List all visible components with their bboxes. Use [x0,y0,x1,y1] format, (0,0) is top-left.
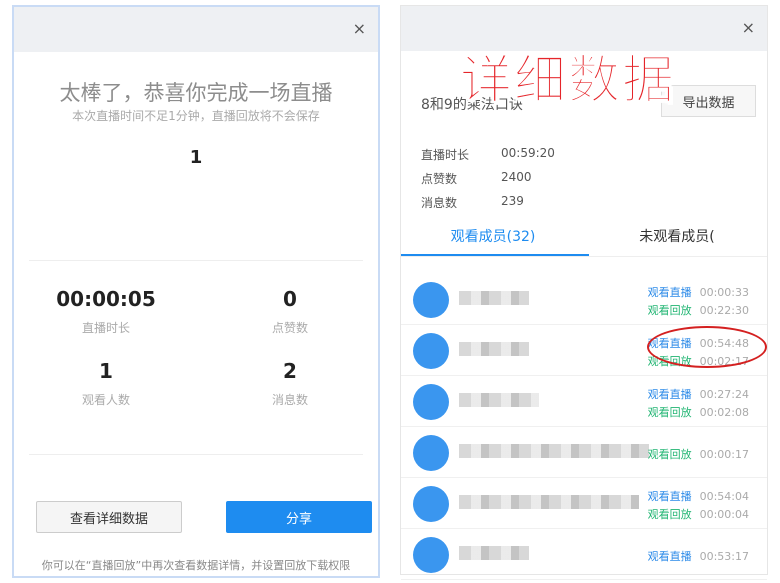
stat-messages: 2 消息数 [198,359,382,408]
info-label: 直播时长 [421,148,470,162]
member-row[interactable]: 观看直播 00:54:04 观看回放 00:00:04 [401,478,767,529]
blurred-member-name [459,444,649,458]
summary-title: 太棒了，恭喜你完成一场直播 [59,81,333,105]
close-icon[interactable]: × [742,18,755,37]
tab-watched-members[interactable]: 观看成员(32) [401,226,585,246]
watch-record: 观看直播 00:27:24 [648,386,749,402]
divider [401,256,767,257]
watch-time: 00:02:08 [699,406,749,419]
stat-label: 点赞数 [271,321,308,335]
watch-record: 观看回放 00:00:04 [648,506,749,522]
stat-label: 消息数 [271,393,308,407]
member-row[interactable]: 观看直播 00:27:24 观看回放 00:02:08 [401,376,767,427]
watch-type: 观看回放 [647,448,692,461]
dialog-header: × [14,7,378,52]
summary-subtitle: 本次直播时间不足1分钟，直播回放将不会保存 [72,109,320,123]
watch-type: 观看直播 [647,388,692,401]
stat-label: 直播时长 [81,321,130,335]
watch-type: 观看回放 [647,508,692,521]
blurred-member-name [459,393,539,407]
divider [29,260,363,261]
watch-type: 观看直播 [647,286,692,299]
stat-value: 00:00:05 [56,287,156,311]
watch-time: 00:27:24 [699,388,749,401]
view-details-button[interactable]: 查看详细数据 [36,501,182,533]
info-value: 00:59:20 [501,146,555,160]
avatar [413,282,449,318]
stat-label: 观看人数 [81,393,130,407]
stat-value: 2 [283,359,297,383]
stat-likes: 0 点赞数 [198,287,382,336]
info-likes: 点赞数 2400 [421,170,532,187]
blurred-member-name [459,342,529,356]
footer-note: 你可以在“直播回放”中再次查看数据详情，并设置回放下载权限 [41,559,351,572]
avatar [413,333,449,369]
annotation-heading: 详细数据 [459,51,677,112]
member-row[interactable]: 观看回放 00:00:17 [401,427,767,478]
watch-time: 00:00:33 [699,286,749,299]
info-value: 2400 [501,170,532,184]
watch-record: 观看回放 00:00:17 [648,446,749,462]
watch-record: 观看回放 00:22:30 [648,302,749,318]
blurred-member-name [459,495,639,509]
watch-time: 00:00:04 [699,508,749,521]
divider [29,454,363,455]
stat-value: 0 [283,287,297,311]
highlight-circle [647,326,767,368]
avatar [413,435,449,471]
watch-type: 观看直播 [647,550,692,563]
watch-type: 观看回放 [647,304,692,317]
watch-record: 观看直播 00:54:04 [648,488,749,504]
info-duration: 直播时长 00:59:20 [421,146,555,163]
watch-record: 观看直播 00:00:33 [648,284,749,300]
watch-record: 观看直播 00:53:17 [648,548,749,564]
tab-unwatched-members[interactable]: 未观看成员( [585,226,769,246]
info-messages: 消息数 239 [421,194,524,211]
watch-record: 观看回放 00:02:08 [648,404,749,420]
member-row[interactable]: 观看直播 00:00:33 观看回放 00:22:30 [401,274,767,325]
stat-value: 1 [99,359,113,383]
watch-type: 观看回放 [647,406,692,419]
stat-duration: 00:00:05 直播时长 [14,287,198,336]
stat-viewers: 1 观看人数 [14,359,198,408]
avatar [413,537,449,573]
info-label: 点赞数 [421,172,458,186]
watch-time: 00:53:17 [699,550,749,563]
watch-time: 00:22:30 [699,304,749,317]
summary-value: 1 [189,147,203,168]
live-summary-dialog: × 太棒了，恭喜你完成一场直播 本次直播时间不足1分钟，直播回放将不会保存 1 … [12,5,380,578]
blurred-member-name [459,291,529,305]
avatar [413,384,449,420]
avatar [413,486,449,522]
watch-time: 00:00:17 [699,448,749,461]
share-button[interactable]: 分享 [226,501,372,533]
watch-type: 观看直播 [647,490,692,503]
blurred-member-name [459,546,529,560]
close-icon[interactable]: × [353,19,366,38]
member-row[interactable]: 观看直播 00:53:17 [401,529,767,580]
info-label: 消息数 [421,196,458,210]
info-value: 239 [501,194,524,208]
watch-time: 00:54:04 [699,490,749,503]
